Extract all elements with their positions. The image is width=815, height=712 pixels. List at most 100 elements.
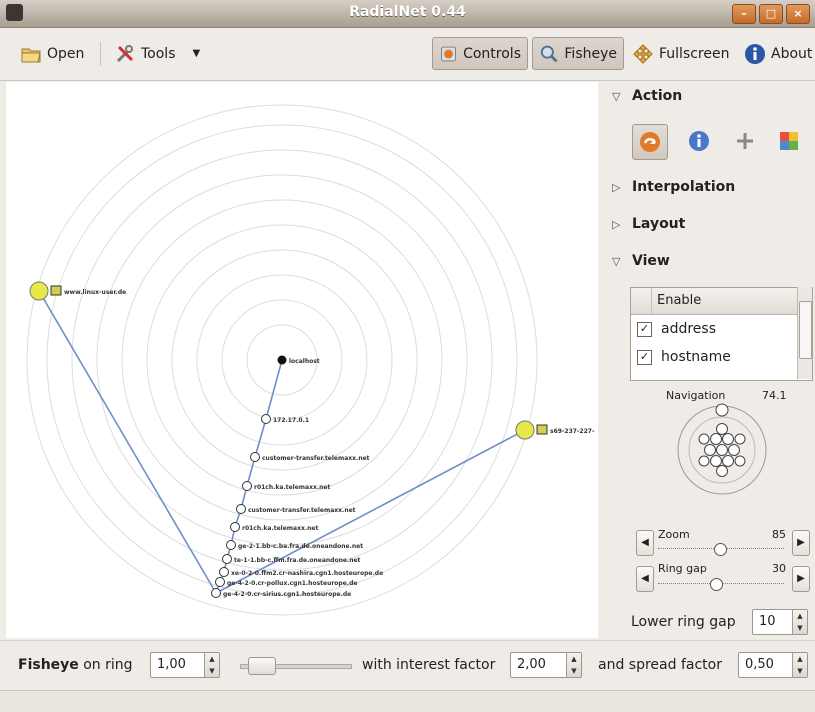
action-fill-button[interactable] [772,124,806,158]
spin-arrows-icon[interactable]: ▲ ▼ [204,653,219,677]
fisheye-ring-value: 1,00 [157,657,186,672]
chevron-down-icon: ▼ [192,48,201,59]
fisheye-ring-slider-knob[interactable] [248,657,276,675]
graph-node-highlighted[interactable] [515,420,535,440]
action-info-button[interactable] [682,124,716,158]
zoom-slider-knob[interactable] [714,543,727,556]
interest-factor-spinbox[interactable]: 2,00 ▲ ▼ [510,652,582,678]
toolbar-separator [100,42,101,66]
ring-gap-label: Ring gap [658,562,707,575]
action-expander-label: Action [632,88,683,104]
address-checkbox[interactable]: ✓ [637,321,652,337]
graph-node[interactable] [215,577,225,587]
spin-arrows-icon[interactable]: ▲ ▼ [792,653,807,677]
spin-arrows-icon[interactable]: ▲ ▼ [566,653,581,677]
tools-icon [116,44,134,62]
fisheye-bar-label: Fisheye on ring [18,657,133,673]
navigation-grid-icon[interactable] [698,423,746,477]
graph-node-highlighted[interactable] [29,281,49,301]
fisheye-ring-slider[interactable] [240,655,352,675]
window-title: RadialNet 0.44 [349,4,466,20]
zoom-increase-button[interactable]: ▶ [792,530,810,556]
table-row-label: address [661,321,717,337]
spread-factor-spinbox[interactable]: 0,50 ▲ ▼ [738,652,808,678]
graph-node[interactable] [222,554,232,564]
controls-toggle-button[interactable]: Controls [432,37,528,70]
view-expander[interactable]: ▽ View [612,253,670,269]
about-button[interactable]: About [738,37,815,70]
graph-node[interactable] [261,414,271,424]
fisheye-toggle-button[interactable]: Fisheye [532,37,624,70]
ring-gap-value: 30 [772,562,786,575]
title-bar: RadialNet 0.44 – □ × [0,0,815,28]
fullscreen-label: Fullscreen [659,45,730,62]
graph-node[interactable] [219,567,229,577]
zoom-decrease-button[interactable]: ◀ [636,530,654,556]
table-row-label: hostname [661,349,731,365]
toolbar: Open Tools ▼ Controls Fisheye Fullscreen… [0,28,815,81]
lower-ring-gap-label: Lower ring gap [631,614,736,630]
enable-column-header: Enable [657,293,702,308]
graph-node[interactable] [226,540,236,550]
graph-node[interactable] [230,522,240,532]
expanded-arrow-icon: ▽ [612,254,621,268]
graph-node[interactable] [242,481,252,491]
close-button[interactable]: × [786,4,810,24]
table-row[interactable]: ✓ address [631,315,812,343]
lower-ring-gap-value: 10 [759,614,776,629]
interpolation-expander[interactable]: ▷ Interpolation [612,179,735,195]
radial-graph[interactable]: localhost 172.17.0.1 customer-transfer.t… [6,82,598,638]
action-expander[interactable]: ▽ Action [612,88,682,104]
minimize-button[interactable]: – [732,4,756,24]
navigation-control[interactable] [674,400,770,496]
interest-factor-value: 2,00 [517,657,546,672]
graph-nodes[interactable] [29,281,548,598]
scrollbar-thumb[interactable] [799,301,812,359]
node-label: customer-transfer.telemaxx.net [262,455,370,462]
table-scrollbar[interactable] [797,287,812,379]
graph-canvas[interactable]: localhost 172.17.0.1 customer-transfer.t… [6,82,598,638]
collapsed-arrow-icon: ▷ [612,180,621,194]
fisheye-bar: Fisheye on ring 1,00 ▲ ▼ with interest fa… [0,640,815,691]
node-label: r01ch.ka.telemaxx.net [254,484,330,491]
fisheye-ring-spinbox[interactable]: 1,00 ▲ ▼ [150,652,220,678]
table-row[interactable]: ✓ hostname [631,343,812,371]
controls-label: Controls [463,45,521,62]
about-label: About [771,45,813,62]
ring-gap-increase-button[interactable]: ▶ [792,566,810,592]
action-jump-button[interactable] [632,124,668,160]
graph-node[interactable] [211,588,221,598]
layout-expander-label: Layout [632,216,686,232]
open-button[interactable]: Open [14,37,90,70]
node-label: s69-237-227- [550,428,595,435]
zoom-value: 85 [772,528,786,541]
spin-arrows-icon[interactable]: ▲ ▼ [792,610,807,634]
graph-node[interactable] [236,504,246,514]
table-header[interactable]: Enable [631,288,812,315]
fisheye-label: Fisheye [564,45,617,62]
navigation-knob[interactable] [715,403,729,417]
node-label: www.linux-user.de [64,289,126,296]
magnifier-icon [540,45,558,62]
lower-ring-gap-spinbox[interactable]: 10 ▲ ▼ [752,609,808,635]
node-label: ge-2-1.bb-c.ba.fra.de.oneandone.net [238,543,363,550]
node-label: localhost [289,358,320,365]
tools-menu-button[interactable]: Tools ▼ [108,37,206,70]
fullscreen-button[interactable]: Fullscreen [626,37,735,70]
maximize-button[interactable]: □ [759,4,783,24]
ring-gap-decrease-button[interactable]: ◀ [636,566,654,592]
hostname-checkbox[interactable]: ✓ [637,349,652,365]
ring-gap-slider-knob[interactable] [710,578,723,591]
graph-node[interactable] [277,355,287,365]
view-expander-label: View [632,253,670,269]
fisheye-title: Fisheye [18,657,79,673]
info-icon [745,43,765,64]
expanded-arrow-icon: ▽ [612,89,621,103]
controls-icon [441,46,456,61]
open-label: Open [47,45,85,62]
graph-node[interactable] [250,452,260,462]
action-group-button[interactable] [728,124,762,158]
layout-expander[interactable]: ▷ Layout [612,216,685,232]
jump-arrow-icon [640,132,660,152]
node-label: te-1-1.bb-c.ffm.fra.de.oneandone.net [234,557,361,564]
